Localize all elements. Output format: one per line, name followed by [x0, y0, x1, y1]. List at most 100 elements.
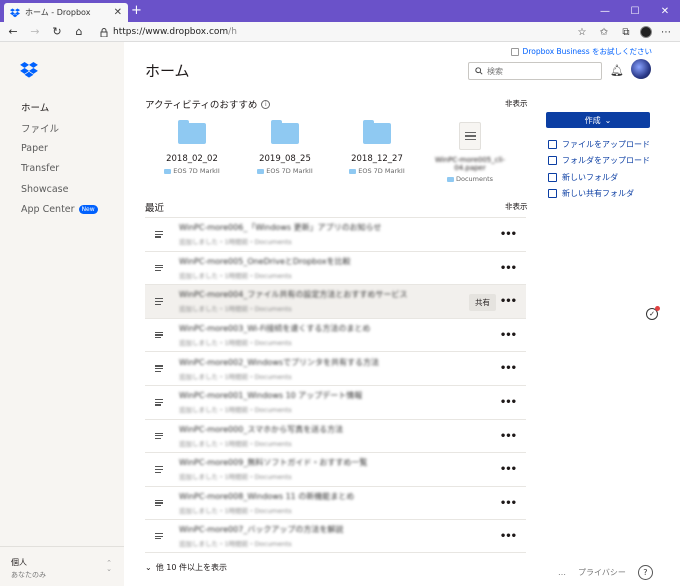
upload-folder-action[interactable]: フォルダをアップロード	[548, 153, 650, 170]
suggestion-folder[interactable]: 2019_08_25 EOS 7D MarkII	[245, 120, 325, 175]
sidebar-item-showcase[interactable]: Showcase	[21, 179, 98, 200]
window-maximize-button[interactable]: ☐	[620, 0, 650, 22]
recent-heading: 最近	[145, 203, 165, 214]
more-options-icon[interactable]: •••	[500, 263, 517, 274]
suggestions-heading: アクティビティのおすすめ i	[145, 97, 271, 111]
url-text: https://www.dropbox.com/h	[113, 27, 237, 37]
notification-dot	[655, 306, 660, 311]
more-options-icon[interactable]: •••	[500, 296, 517, 307]
business-promo-link[interactable]: Dropbox Business をお試しください	[510, 46, 652, 57]
briefcase-icon	[510, 47, 519, 56]
new-tab-button[interactable]: +	[131, 3, 142, 19]
list-item[interactable]: WinPC-more004_ファイル共有の設定方法とおすすめサービス 追加しました…	[145, 284, 526, 318]
search-box[interactable]	[468, 62, 602, 80]
favorites-list-icon[interactable]: ✩	[596, 23, 612, 41]
chevron-updown-icon: ⌃ ⌄	[106, 559, 112, 573]
list-item[interactable]: WinPC-more009_無料ソフトガイド・おすすめ一覧 追加しました・1時間前…	[145, 452, 526, 486]
share-button[interactable]: 共有	[469, 294, 496, 312]
list-item[interactable]: WinPC-more006_「Windows 更新」アプリのお知らせ 追加しました…	[145, 217, 526, 251]
document-icon	[155, 462, 169, 476]
upload-files-action[interactable]: ファイルをアップロード	[548, 136, 650, 153]
document-icon	[155, 429, 169, 443]
tab-title: ホーム - Dropbox	[25, 8, 91, 17]
dropbox-favicon-icon	[10, 8, 20, 17]
document-icon	[155, 529, 169, 543]
window-minimize-button[interactable]: —	[590, 0, 620, 22]
folder-icon	[178, 120, 206, 144]
sidebar-item-app-center[interactable]: App Center New	[21, 200, 98, 221]
info-icon[interactable]: i	[261, 99, 271, 109]
sidebar-item-transfer[interactable]: Transfer	[21, 159, 98, 180]
reload-icon[interactable]: ↻	[48, 23, 66, 41]
privacy-link[interactable]: プライバシー	[578, 567, 626, 578]
folder-icon	[349, 168, 357, 174]
forward-arrow-icon[interactable]: →	[26, 23, 44, 41]
show-more-button[interactable]: ⌄ 他 10 件以上を表示	[145, 562, 227, 573]
bell-icon[interactable]: 🔔︎	[610, 64, 624, 77]
more-options-icon[interactable]: •••	[500, 498, 517, 509]
folder-icon	[363, 120, 391, 144]
tab-close-icon[interactable]: ✕	[114, 7, 122, 18]
more-options-icon[interactable]: •••	[500, 229, 517, 240]
list-item[interactable]: WinPC-more007_バックアップの方法を解説 追加しました・1時間前・Do…	[145, 519, 526, 553]
list-item[interactable]: WinPC-more008_Windows 11 の新機能まとめ 追加しました・1…	[145, 485, 526, 520]
create-button[interactable]: 作成 ⌄	[546, 112, 650, 128]
document-icon	[155, 328, 169, 342]
more-footer-link[interactable]: …	[558, 568, 566, 577]
search-input[interactable]	[487, 66, 587, 76]
checklist-icon[interactable]: ✓	[646, 306, 660, 320]
sidebar-item-home[interactable]: ホーム	[21, 97, 98, 118]
suggestion-folder[interactable]: 2018_12_27 EOS 7D MarkII	[337, 120, 417, 175]
suggestion-folder[interactable]: 2018_02_02 EOS 7D MarkII	[152, 120, 232, 175]
list-item[interactable]: WinPC-more000_スマホから写真を送る方法 追加しました・1時間前・Do…	[145, 418, 526, 453]
suggestion-document[interactable]: WinPC-more005_cli-04.paper Documents	[430, 122, 510, 183]
collections-icon[interactable]: ⧉	[618, 23, 634, 41]
account-members: あなたのみ	[11, 571, 46, 579]
home-icon[interactable]: ⌂	[70, 23, 88, 41]
browser-toolbar-right: ☆ ✩ ⧉ ⋯	[574, 23, 674, 41]
account-switcher[interactable]: 個人 あなたのみ ⌃ ⌄	[0, 546, 124, 586]
recent-list: WinPC-more006_「Windows 更新」アプリのお知らせ 追加しました…	[145, 217, 526, 553]
new-folder-action[interactable]: 新しいフォルダ	[548, 169, 650, 186]
address-bar[interactable]: https://www.dropbox.com/h	[100, 24, 580, 40]
document-icon	[155, 261, 169, 275]
sidebar-nav: ホーム ファイル Paper Transfer Showcase App Cen…	[21, 97, 98, 220]
new-badge: New	[78, 205, 98, 215]
dropbox-logo-icon[interactable]	[20, 62, 38, 78]
list-item[interactable]: WinPC-more001_Windows 10 アップデート情報 追加しました・…	[145, 384, 526, 419]
more-options-icon[interactable]: •••	[500, 330, 517, 341]
list-item[interactable]: WinPC-more003_Wi-Fi接続を速くする方法のまとめ 追加しました・1…	[145, 317, 526, 352]
help-icon[interactable]: ?	[637, 565, 653, 580]
more-options-icon[interactable]: •••	[500, 431, 517, 442]
main-content: Dropbox Business をお試しください ホーム 🔔︎ アクティビティ…	[124, 42, 680, 586]
browser-tab[interactable]: ホーム - Dropbox ✕	[4, 3, 128, 22]
hide-recent-link[interactable]: 非表示	[505, 201, 528, 212]
left-sidebar: ホーム ファイル Paper Transfer Showcase App Cen…	[0, 42, 124, 586]
document-icon	[155, 227, 169, 241]
sidebar-item-paper[interactable]: Paper	[21, 138, 98, 159]
sidebar-item-files[interactable]: ファイル	[21, 118, 98, 139]
hide-suggestions-link[interactable]: 非表示	[505, 98, 528, 109]
list-item[interactable]: WinPC-more005_OneDriveとDropboxを比較 追加しました・…	[145, 250, 526, 285]
more-options-icon[interactable]: •••	[500, 464, 517, 475]
more-options-icon[interactable]: •••	[500, 363, 517, 374]
user-avatar[interactable]	[631, 59, 651, 79]
new-folder-icon	[548, 172, 557, 182]
folder-icon	[257, 168, 265, 174]
document-icon	[155, 294, 169, 308]
new-shared-folder-action[interactable]: 新しい共有フォルダ	[548, 186, 650, 203]
upload-folder-icon	[548, 156, 557, 166]
browser-titlebar: ホーム - Dropbox ✕ + — ☐ ✕	[0, 0, 680, 22]
browser-menu-icon[interactable]: ⋯	[658, 23, 674, 41]
more-options-icon[interactable]: •••	[500, 531, 517, 542]
browser-navbar: ← → ↻ ⌂ https://www.dropbox.com/h ☆ ✩ ⧉ …	[0, 22, 680, 42]
profile-avatar[interactable]	[640, 26, 652, 38]
list-item[interactable]: WinPC-more002_Windowsでプリンタを共有する方法 追加しました・…	[145, 351, 526, 385]
back-arrow-icon[interactable]: ←	[4, 23, 22, 41]
account-type: 個人	[11, 558, 27, 567]
document-icon	[155, 395, 169, 409]
favorite-star-icon[interactable]: ☆	[574, 23, 590, 41]
more-options-icon[interactable]: •••	[500, 397, 517, 408]
shared-folder-icon	[548, 189, 557, 199]
window-close-button[interactable]: ✕	[650, 0, 680, 22]
